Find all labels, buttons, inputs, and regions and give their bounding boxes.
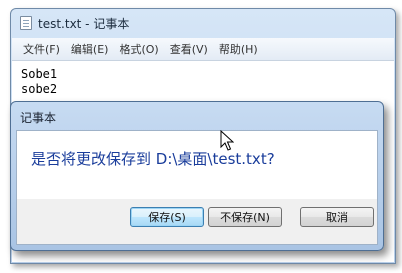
dialog-message: 是否将更改保存到 D:\桌面\test.txt? — [31, 150, 275, 168]
menu-view[interactable]: 查看(V) — [165, 41, 213, 57]
menu-bar: 文件(F) 编辑(E) 格式(O) 查看(V) 帮助(H) — [12, 38, 394, 61]
dialog-body: 是否将更改保存到 D:\桌面\test.txt? — [16, 130, 378, 200]
save-changes-dialog: 记事本 是否将更改保存到 D:\桌面\test.txt? 保存(S) 不保存(N… — [10, 101, 384, 251]
menu-file[interactable]: 文件(F) — [18, 41, 65, 57]
save-button[interactable]: 保存(S) — [130, 207, 204, 227]
mouse-pointer-icon — [220, 130, 234, 151]
menu-edit[interactable]: 编辑(E) — [66, 41, 114, 57]
dont-save-button[interactable]: 不保存(N) — [208, 207, 282, 227]
menu-help[interactable]: 帮助(H) — [214, 41, 263, 57]
text-line: Sobe1 — [21, 67, 58, 81]
dialog-button-bar: 保存(S) 不保存(N) 取消 — [16, 199, 378, 245]
window-title: test.txt - 记事本 — [38, 16, 130, 31]
cancel-button[interactable]: 取消 — [300, 207, 374, 227]
menu-format[interactable]: 格式(O) — [114, 41, 163, 57]
notepad-icon — [20, 16, 32, 30]
dialog-title[interactable]: 记事本 — [20, 109, 56, 126]
title-bar[interactable]: test.txt - 记事本 — [11, 9, 395, 37]
text-line: sobe2 — [21, 82, 58, 96]
